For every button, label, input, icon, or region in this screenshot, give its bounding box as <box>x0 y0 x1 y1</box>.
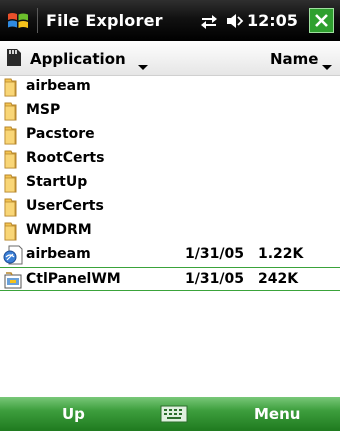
volume-icon[interactable] <box>225 12 245 30</box>
file-size: 242K <box>258 271 299 287</box>
close-icon <box>315 14 328 27</box>
menu-softkey[interactable]: Menu <box>254 405 300 423</box>
list-item[interactable]: StartUp <box>0 171 340 195</box>
file-name: RootCerts <box>26 150 105 166</box>
control-panel-file-icon <box>4 272 22 289</box>
sort-dropdown-icon[interactable] <box>322 65 332 70</box>
list-item[interactable]: airbeam <box>0 75 340 99</box>
list-item[interactable]: MSP <box>0 99 340 123</box>
file-date: 1/31/05 <box>185 246 244 262</box>
header-bar: Application Name <box>0 41 340 76</box>
html-file-icon <box>3 245 23 265</box>
file-name: Pacstore <box>26 126 95 142</box>
file-name: airbeam <box>26 78 91 94</box>
folder-icon <box>4 150 17 169</box>
softkey-bar: Up Menu <box>0 397 340 431</box>
folder-selector[interactable]: Application <box>30 50 126 68</box>
folder-icon <box>4 174 17 193</box>
file-date: 1/31/05 <box>185 271 244 287</box>
app-title: File Explorer <box>46 11 163 30</box>
list-item[interactable]: UserCerts <box>0 195 340 219</box>
windows-flag-icon[interactable] <box>6 9 30 33</box>
title-bar: File Explorer 12:05 <box>0 0 340 41</box>
clock[interactable]: 12:05 <box>247 11 298 30</box>
list-item-selected[interactable]: CtlPanelWM 1/31/05 242K <box>0 267 340 291</box>
file-name: airbeam <box>26 246 91 262</box>
up-softkey[interactable]: Up <box>62 405 85 423</box>
list-item[interactable]: Pacstore <box>0 123 340 147</box>
connectivity-icon[interactable] <box>199 12 219 30</box>
keyboard-icon[interactable] <box>160 405 188 423</box>
storage-card-icon <box>7 49 21 66</box>
folder-icon <box>4 102 17 121</box>
list-item[interactable]: WMDRM <box>0 219 340 243</box>
file-name: WMDRM <box>26 222 92 238</box>
folder-icon <box>4 78 17 97</box>
file-size: 1.22K <box>258 246 304 262</box>
folder-icon <box>4 126 17 145</box>
title-separator <box>37 8 38 33</box>
file-name: UserCerts <box>26 198 104 214</box>
file-name: MSP <box>26 102 61 118</box>
folder-dropdown-icon[interactable] <box>138 65 148 70</box>
folder-icon <box>4 198 17 217</box>
close-button[interactable] <box>309 8 334 33</box>
list-item[interactable]: RootCerts <box>0 147 340 171</box>
file-name: CtlPanelWM <box>26 271 121 287</box>
sort-selector[interactable]: Name <box>270 50 318 68</box>
folder-icon <box>4 222 17 241</box>
list-item[interactable]: airbeam 1/31/05 1.22K <box>0 243 340 267</box>
file-name: StartUp <box>26 174 88 190</box>
